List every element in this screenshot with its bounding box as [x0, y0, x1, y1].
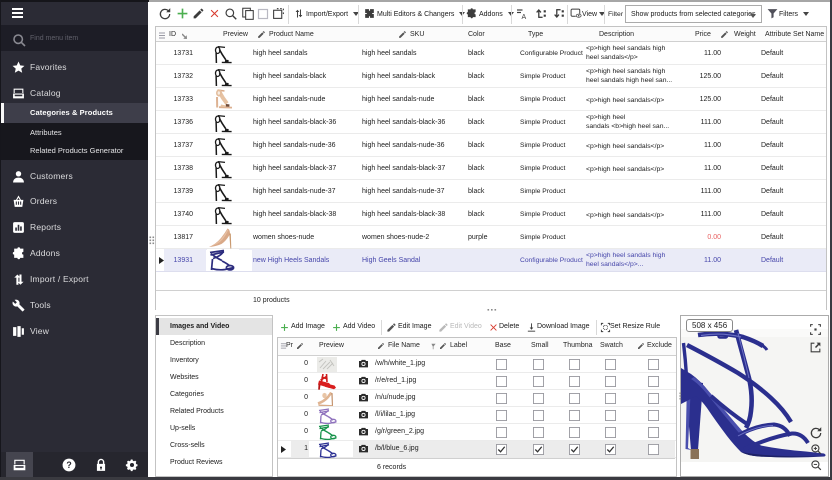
svg-text:A: A: [522, 14, 527, 20]
svg-text:?: ?: [66, 460, 71, 470]
